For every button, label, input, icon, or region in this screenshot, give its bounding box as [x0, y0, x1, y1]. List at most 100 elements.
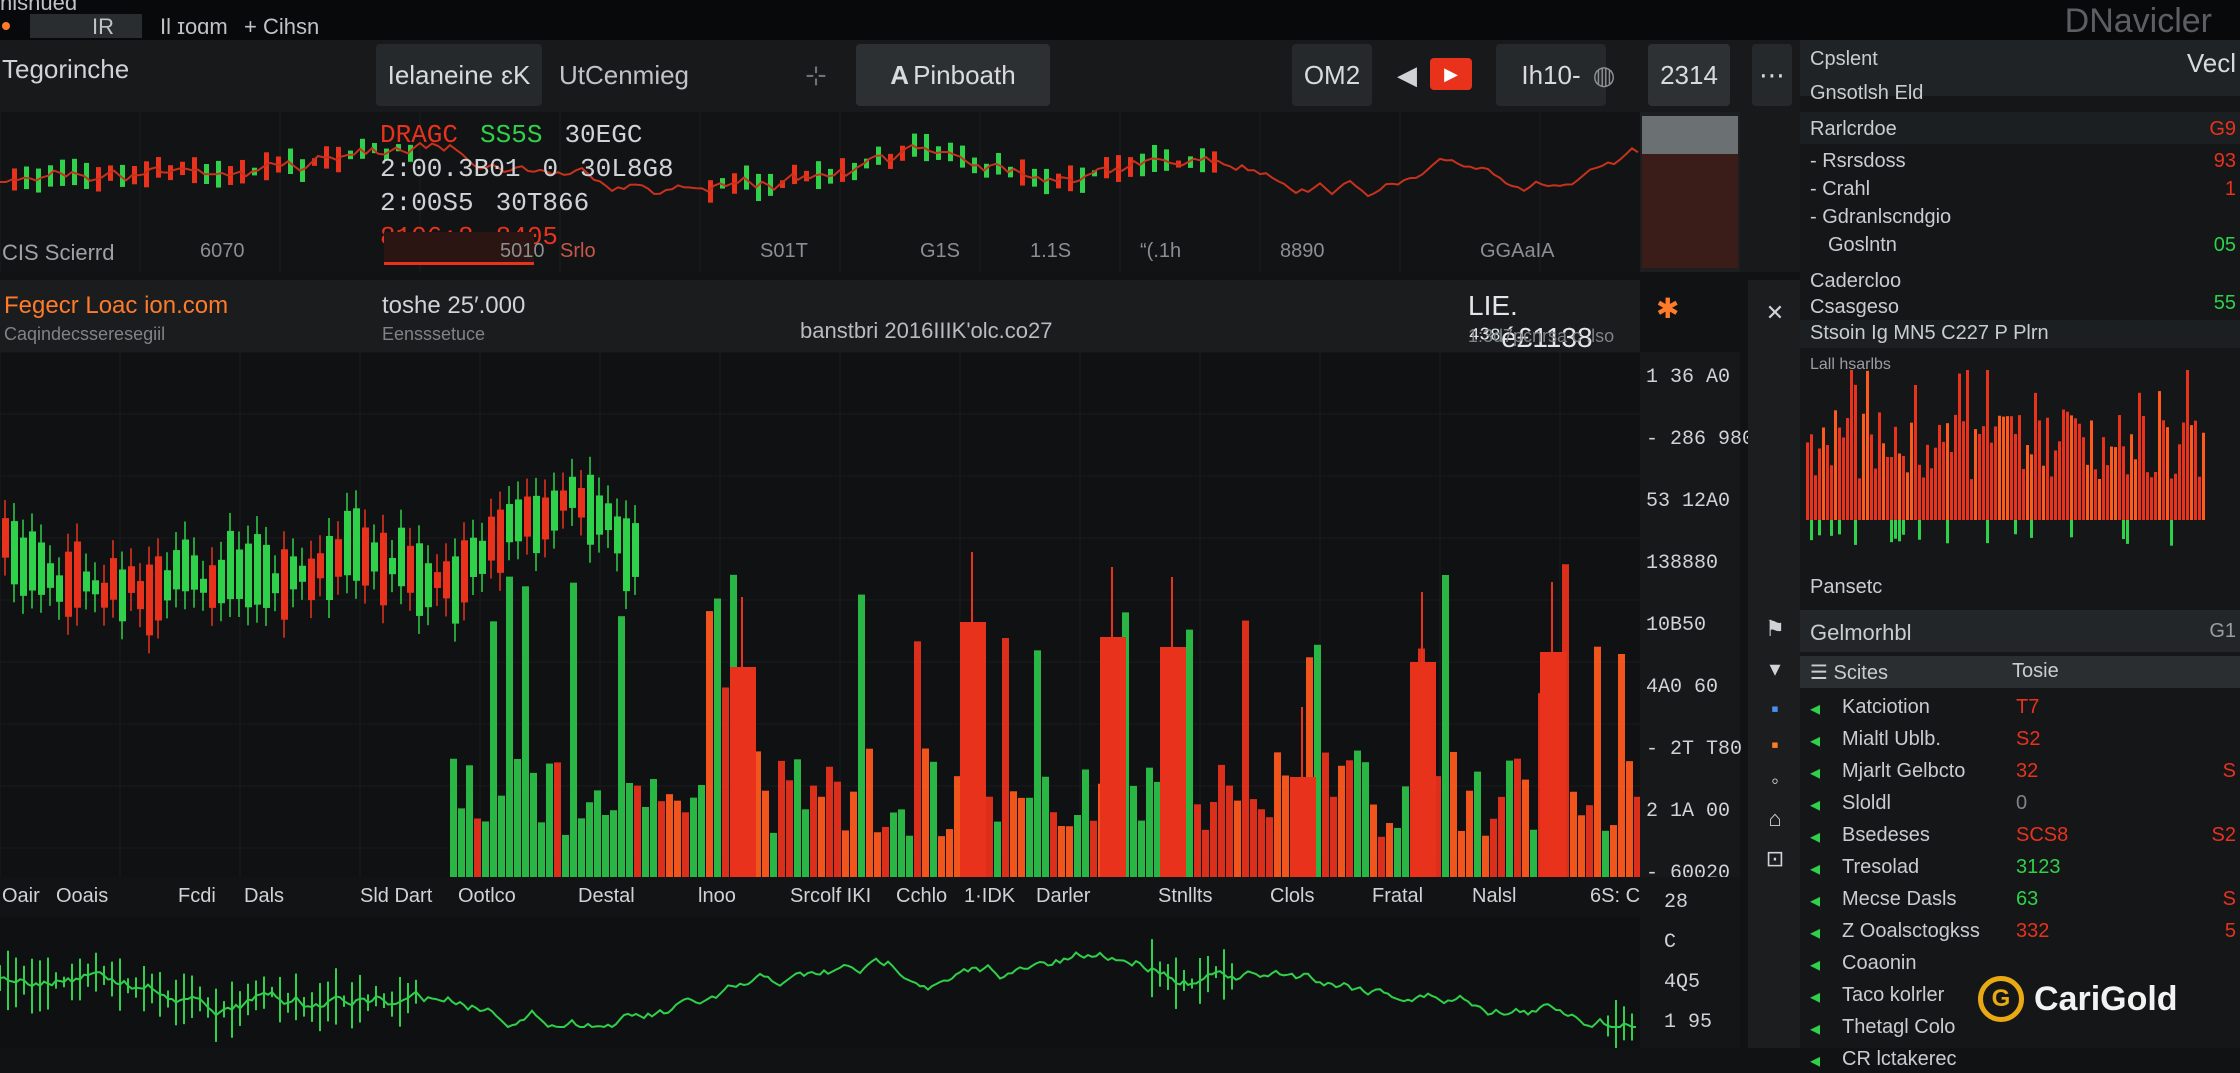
- candle-body: [263, 544, 270, 608]
- tab-ir[interactable]: IR: [92, 14, 114, 40]
- candle-body: [200, 578, 207, 593]
- candle-body: [272, 573, 279, 594]
- volume-bar: [1354, 750, 1361, 877]
- table-row-value: 32: [2016, 760, 2039, 782]
- table-row-label[interactable]: Sloldl: [1842, 792, 1891, 815]
- histogram-bar-up: [2030, 520, 2033, 538]
- cross-icon[interactable]: ✕: [1760, 300, 1790, 330]
- table-row-label[interactable]: Mecse Dasls: [1842, 888, 1956, 911]
- clock-icon[interactable]: ◍: [1586, 44, 1622, 106]
- histogram-bar: [1962, 421, 1965, 520]
- histogram-bar: [1850, 370, 1853, 520]
- back-arrow-icon[interactable]: ◀: [1392, 44, 1422, 106]
- tab-utcenmieg[interactable]: UtCenmieg: [548, 44, 700, 106]
- oscillator-axis-label: 1 95: [1664, 1011, 1713, 1034]
- value-2314-button[interactable]: 2314: [1648, 44, 1730, 106]
- volume-bar: [610, 810, 617, 877]
- oscillator-axis: 28 C 4Q5 1 95: [1640, 877, 1740, 1048]
- tab-add[interactable]: + Cihsn: [244, 14, 319, 40]
- volume-bar: [898, 809, 905, 877]
- tab-background: [30, 14, 142, 38]
- pin-icon[interactable]: ⊹: [796, 44, 836, 106]
- table-row-label[interactable]: Thetagl Colo: [1842, 1016, 1955, 1039]
- table-row-label[interactable]: Bsedeses: [1842, 824, 1930, 847]
- candle-body: [353, 508, 360, 581]
- histogram-bar: [1834, 410, 1837, 520]
- candle-body: [524, 496, 531, 537]
- time-axis-label: lnoo: [698, 885, 736, 907]
- volume-bar: [786, 780, 793, 877]
- volume-bar: [994, 821, 1001, 877]
- table-row-label[interactable]: Tresolad: [1842, 856, 1919, 879]
- histogram-bar: [1858, 478, 1861, 520]
- record-icon[interactable]: ▶: [1430, 58, 1472, 90]
- list-item[interactable]: - Crahl: [1810, 178, 1870, 201]
- table-row-label[interactable]: CR lctakerec: [1842, 1048, 1956, 1071]
- candle-body: [326, 536, 333, 601]
- price-axis-label: 10B50: [1646, 614, 1707, 637]
- time-axis-label: Srcolf IKI: [790, 885, 872, 907]
- table-row-label[interactable]: Mjarlt Gelbcto: [1842, 760, 1965, 783]
- histogram-bar: [1938, 424, 1941, 520]
- price-axis-label: 4A0 60: [1646, 676, 1719, 699]
- bookmark-icon[interactable]: ⚑: [1760, 616, 1790, 646]
- alert-icon[interactable]: ✱: [1656, 292, 1679, 325]
- main-symbol[interactable]: Fegecr Loac ion.com: [4, 292, 228, 320]
- more-icon[interactable]: ⋯: [1752, 44, 1792, 106]
- volume-bar: [1002, 638, 1009, 877]
- candle-body: [92, 580, 99, 595]
- histogram-bar: [2102, 437, 2105, 520]
- main-symbol-sub: Caqindecsseresegiil: [4, 324, 166, 344]
- filter-icon[interactable]: ▾: [1760, 656, 1790, 686]
- volume-bar: [1442, 574, 1449, 877]
- tag-icon[interactable]: ▪: [1760, 732, 1790, 762]
- section-gelmorhbl[interactable]: Gelmorhbl: [1810, 620, 1911, 646]
- histogram-bar: [1810, 434, 1813, 520]
- histogram-bar: [2170, 478, 2173, 520]
- table-row-label[interactable]: Coaonin: [1842, 952, 1917, 975]
- section-rarlcrdoe[interactable]: Rarlcrdoe: [1810, 118, 1897, 141]
- histogram-bar: [1898, 453, 1901, 520]
- mini-value: 30T866: [495, 188, 590, 218]
- list-item[interactable]: - Gdranlscndgio: [1810, 206, 1951, 229]
- trash-icon[interactable]: ⊡: [1760, 846, 1790, 876]
- table-row-label[interactable]: Katciotion: [1842, 696, 1930, 719]
- candle-body: [452, 556, 459, 624]
- volume-bar: [1602, 830, 1609, 877]
- histogram-bar: [1842, 437, 1845, 520]
- ruler-icon[interactable]: ⌂: [1760, 806, 1790, 836]
- main-candlestick-chart[interactable]: [0, 352, 1640, 877]
- volume-bar: [818, 796, 825, 877]
- tab-idam[interactable]: Il ɪoɑm: [160, 14, 228, 40]
- table-row-value: 0: [2016, 792, 2028, 814]
- volume-bar: [1474, 771, 1481, 877]
- mini-axis-down-zone: [1642, 154, 1738, 268]
- symbol-label[interactable]: Tegorinche: [2, 54, 129, 85]
- list-item[interactable]: Goslntn: [1828, 234, 1897, 257]
- volume-bar: [1010, 791, 1017, 877]
- histogram-bar: [2050, 476, 2053, 520]
- volume-bar: [1266, 817, 1273, 877]
- row-indicator-icon: ◂: [1810, 762, 1821, 784]
- volume-bar: [1506, 760, 1513, 877]
- histogram-bar: [2038, 420, 2041, 520]
- histogram-bar: [2162, 420, 2165, 520]
- flag-icon[interactable]: ▪: [1760, 696, 1790, 726]
- volume-bar: [778, 760, 785, 877]
- tab-ielaneine[interactable]: Ielaneine ɛK: [376, 44, 542, 106]
- volume-bar: [1202, 829, 1209, 877]
- candle-body: [308, 558, 315, 601]
- histogram-bar: [2070, 415, 2073, 520]
- om2-button[interactable]: OM2: [1292, 44, 1372, 106]
- main-chart-header: Fegecr Loac ion.com Caqindecsseresegiil …: [0, 280, 1679, 353]
- table-row-label[interactable]: Taco kolrler: [1842, 984, 1944, 1007]
- volume-bar: [794, 759, 801, 877]
- list-item[interactable]: - Rsrsdoss: [1810, 150, 1906, 173]
- table-row-label[interactable]: Mialtl Ublb.: [1842, 728, 1941, 751]
- magnet-icon[interactable]: ◦: [1760, 768, 1790, 798]
- histogram-bar: [1910, 422, 1913, 520]
- volume-bar: [562, 834, 569, 877]
- table-row-label[interactable]: Z Ooalsctogkss: [1842, 920, 1980, 943]
- candle-body: [578, 487, 585, 518]
- tab-pinboath[interactable]: A Pinboath: [856, 44, 1050, 106]
